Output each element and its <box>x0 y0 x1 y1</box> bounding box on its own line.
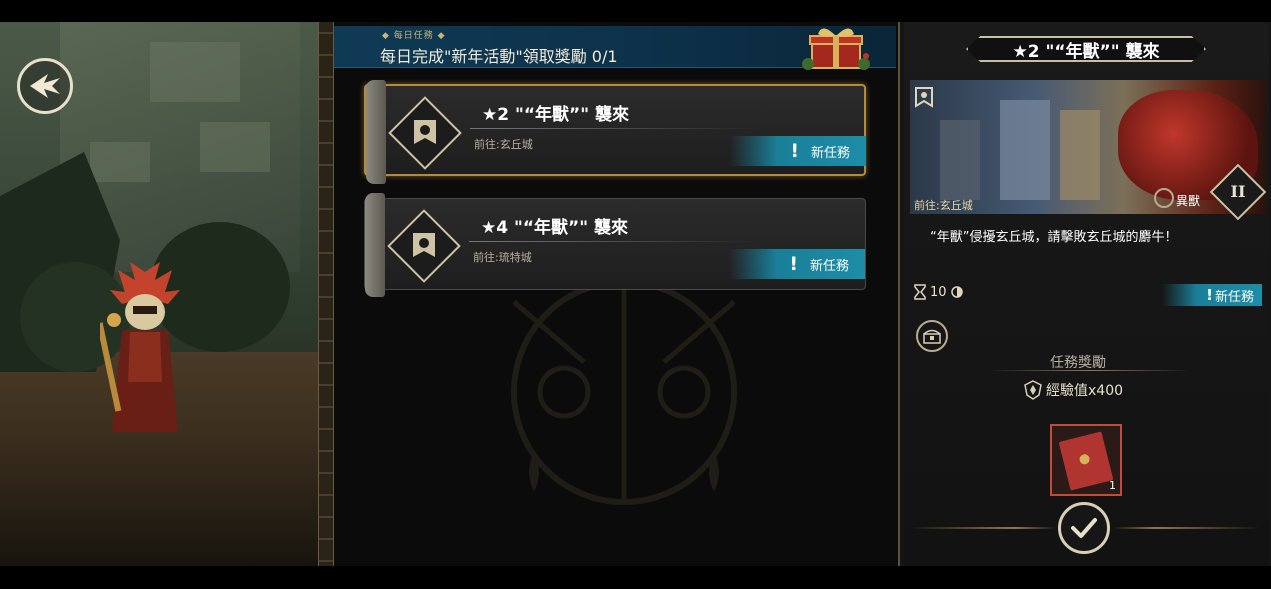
chest-button[interactable] <box>916 320 948 352</box>
scroll-decoration <box>365 193 385 297</box>
quest-location: 前往:玄丘城 <box>474 138 533 151</box>
exclamation-icon: ! <box>1206 286 1213 304</box>
scroll-decoration <box>366 80 386 184</box>
quest-description: “年獸”侵擾玄丘城，請擊敗玄丘城的麝牛！ <box>930 230 1178 245</box>
detail-status-label: 新任務 <box>1214 289 1254 305</box>
daily-task-bar[interactable]: ◆ 每日任務 ◆ 每日完成"新年活動"領取獎勵 0/1 <box>334 26 896 70</box>
red-envelope-icon <box>1058 431 1114 491</box>
ornate-divider <box>318 22 334 566</box>
quest-detail-panel: ★2 "“年獸”" 襲來 前往:玄丘城 異獸 II “年獸”侵擾玄丘城，請擊敗玄… <box>898 22 1271 566</box>
timer-value: 10 <box>930 284 947 300</box>
exp-icon <box>1024 380 1042 400</box>
quest-separator <box>470 128 760 129</box>
hourglass-icon <box>914 284 926 300</box>
exp-reward-label: 經驗值x400 <box>1046 383 1124 399</box>
detail-header: ★2 "“年獸”" 襲來 <box>966 36 1206 62</box>
exclamation-icon: ! <box>790 140 799 162</box>
daily-task-tag: ◆ 每日任務 ◆ <box>382 31 446 41</box>
scene-stone <box>150 42 240 102</box>
reward-divider <box>990 370 1190 371</box>
exclamation-icon: ! <box>789 253 798 275</box>
reward-title: 任務獎勵 <box>1050 355 1106 371</box>
confirm-button[interactable] <box>1058 502 1110 554</box>
quest-flag-icon <box>915 87 933 108</box>
gift-box-icon[interactable] <box>800 26 872 72</box>
letterbox-bottom <box>0 566 1271 589</box>
quest-item[interactable]: ★2 "“年獸”" 襲來 前往:玄丘城 ! 新任務 <box>364 80 866 184</box>
character-sprite[interactable] <box>100 262 190 442</box>
moon-icon <box>950 286 963 298</box>
new-quest-badge: ! 新任務 <box>729 249 865 279</box>
checkmark-icon <box>1071 518 1097 538</box>
banner-building <box>1000 100 1050 200</box>
quest-list-panel: ◆ 每日任務 ◆ 每日完成"新年活動"領取獎勵 0/1 ★2 "“年獸”" 襲來… <box>334 22 898 566</box>
back-arrow-icon <box>30 74 60 98</box>
timer: 10 <box>914 284 963 300</box>
quest-banner-icon <box>388 96 462 170</box>
detail-title: ★2 "“年獸”" 襲來 <box>1012 41 1160 62</box>
detail-type: 異獸 <box>1176 194 1201 208</box>
badge-label: 新任務 <box>809 258 849 274</box>
back-button[interactable] <box>17 58 73 114</box>
game-scene <box>0 22 318 566</box>
treasure-chest-icon <box>923 329 941 344</box>
daily-task-text: 每日完成"新年活動"領取獎勵 0/1 <box>380 47 618 66</box>
new-quest-badge: ! 新任務 <box>730 136 866 166</box>
banner-building <box>1060 110 1100 200</box>
item-quantity: 1 <box>1109 479 1116 492</box>
exp-reward: 經驗值x400 <box>1024 380 1123 400</box>
beast-type-icon <box>1154 188 1174 208</box>
banner-building <box>940 120 980 200</box>
scene-stone <box>90 142 150 182</box>
letterbox-top <box>0 0 1271 22</box>
reward-item-red-envelope[interactable]: 1 <box>1050 424 1122 496</box>
detail-location: 前往:玄丘城 <box>914 199 973 212</box>
quest-separator <box>469 241 759 242</box>
rank-label: II <box>1230 182 1246 201</box>
quest-title: ★4 "“年獸”" 襲來 <box>481 218 628 238</box>
quest-item[interactable]: ★4 "“年獸”" 襲來 前往:琉特城 ! 新任務 <box>364 193 866 297</box>
scene-stone <box>200 122 270 172</box>
detail-status-badge: ! 新任務 <box>1162 284 1262 306</box>
quest-title: ★2 "“年獸”" 襲來 <box>482 105 629 125</box>
quest-banner-icon <box>387 209 461 283</box>
badge-label: 新任務 <box>810 145 850 161</box>
quest-location: 前往:琉特城 <box>473 251 532 264</box>
